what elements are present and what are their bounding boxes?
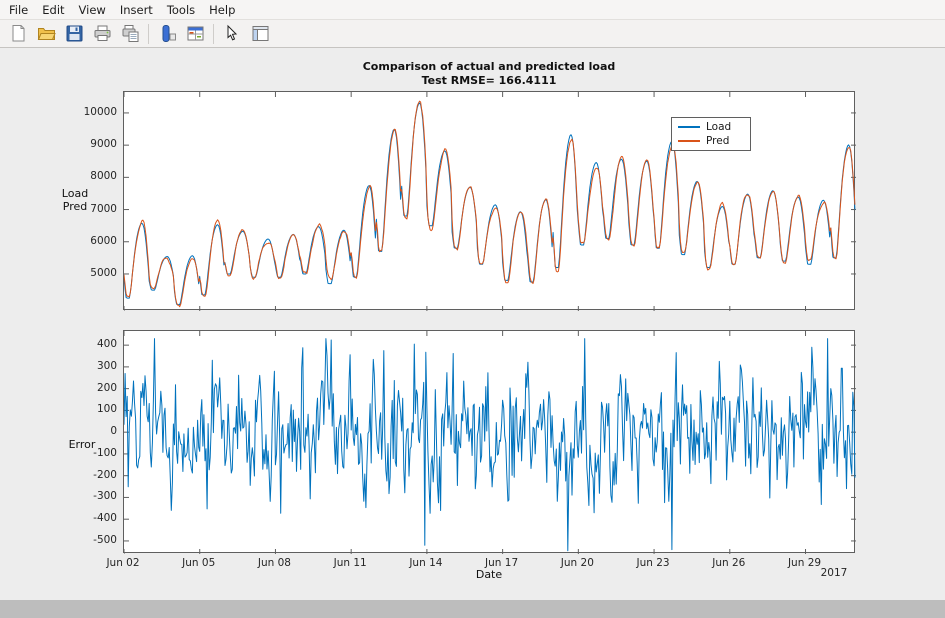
- toolbar-separator: [148, 24, 149, 44]
- error-axes[interactable]: [123, 330, 855, 553]
- toolbar-button-open-file[interactable]: [33, 22, 59, 46]
- x-tick-label: Jun 08: [246, 557, 302, 569]
- y-tick-label-error: 300: [73, 360, 117, 372]
- x-tick-label: Jun 02: [95, 557, 151, 569]
- legend-row-load: Load: [678, 121, 744, 133]
- print-preview-icon: [121, 24, 140, 43]
- toolbar-button-new-figure[interactable]: [5, 22, 31, 46]
- toolbar-button-print-preview[interactable]: [117, 22, 143, 46]
- y-tick-label-load: 7000: [73, 203, 117, 215]
- toolbar-button-save-figure[interactable]: [61, 22, 87, 46]
- x-tick-label: Jun 17: [474, 557, 530, 569]
- x-axis-label-date: Date: [123, 568, 855, 581]
- toolbar-button-show-plot-tools[interactable]: [247, 22, 273, 46]
- y-tick-label-error: 100: [73, 403, 117, 415]
- menu-insert[interactable]: Insert: [113, 1, 160, 19]
- plot-title-line1: Comparison of actual and predicted load: [123, 60, 855, 74]
- y-tick-label-error: -200: [73, 469, 117, 481]
- toolbar-button-edit-plot[interactable]: [219, 22, 245, 46]
- legend-label-pred: Pred: [706, 135, 729, 147]
- y-tick-label-error: -500: [73, 534, 117, 546]
- menu-help[interactable]: Help: [202, 1, 242, 19]
- save-figure-icon: [65, 24, 84, 43]
- insert-colorbar-icon: [158, 24, 177, 43]
- x-tick-label: Jun 23: [625, 557, 681, 569]
- window-footer: [0, 600, 945, 618]
- x-tick-label: Jun 29: [777, 557, 833, 569]
- x-tick-label: Jun 20: [549, 557, 605, 569]
- legend-line-load: [678, 126, 700, 128]
- menu-view[interactable]: View: [72, 1, 113, 19]
- x-tick-label: Jun 14: [398, 557, 454, 569]
- menu-edit[interactable]: Edit: [35, 1, 71, 19]
- toolbar-button-print-figure[interactable]: [89, 22, 115, 46]
- y-tick-label-error: -300: [73, 490, 117, 502]
- toolbar-button-insert-colorbar[interactable]: [154, 22, 180, 46]
- legend-row-pred: Pred: [678, 135, 744, 147]
- toolbar-separator: [213, 24, 214, 44]
- legend-label-load: Load: [706, 121, 731, 133]
- menu-bar: File Edit View Insert Tools Help: [0, 0, 945, 20]
- toolbar: [0, 20, 945, 48]
- show-plot-tools-icon: [251, 24, 270, 43]
- plot-title: Comparison of actual and predicted load …: [123, 60, 855, 88]
- plot-title-line2: Test RMSE= 166.4111: [123, 74, 855, 88]
- matlab-figure-window: File Edit View Insert Tools Help: [0, 0, 945, 618]
- y-tick-label-load: 9000: [73, 138, 117, 150]
- error-plot: [124, 331, 856, 554]
- y-axis-label-line1: Load: [55, 187, 95, 200]
- x-tick-label: Jun 05: [171, 557, 227, 569]
- y-tick-label-error: 200: [73, 382, 117, 394]
- toolbar-button-insert-legend[interactable]: [182, 22, 208, 46]
- y-tick-label-load: 5000: [73, 267, 117, 279]
- figure-canvas: Comparison of actual and predicted load …: [0, 48, 945, 600]
- x-tick-label: Jun 11: [322, 557, 378, 569]
- y-tick-label-load: 6000: [73, 235, 117, 247]
- print-figure-icon: [93, 24, 112, 43]
- error-series-line: [124, 339, 855, 551]
- new-figure-icon: [9, 24, 28, 43]
- open-file-icon: [37, 24, 56, 43]
- y-tick-label-error: -100: [73, 447, 117, 459]
- y-tick-label-load: 10000: [73, 106, 117, 118]
- y-tick-label-load: 8000: [73, 170, 117, 182]
- edit-plot-icon: [223, 24, 242, 43]
- insert-legend-icon: [186, 24, 205, 43]
- menu-tools[interactable]: Tools: [160, 1, 202, 19]
- legend[interactable]: Load Pred: [671, 117, 751, 151]
- y-tick-label-error: 400: [73, 338, 117, 350]
- menu-file[interactable]: File: [2, 1, 35, 19]
- legend-line-pred: [678, 140, 700, 142]
- x-tick-label: Jun 26: [701, 557, 757, 569]
- y-tick-label-error: -400: [73, 512, 117, 524]
- y-tick-label-error: 0: [73, 425, 117, 437]
